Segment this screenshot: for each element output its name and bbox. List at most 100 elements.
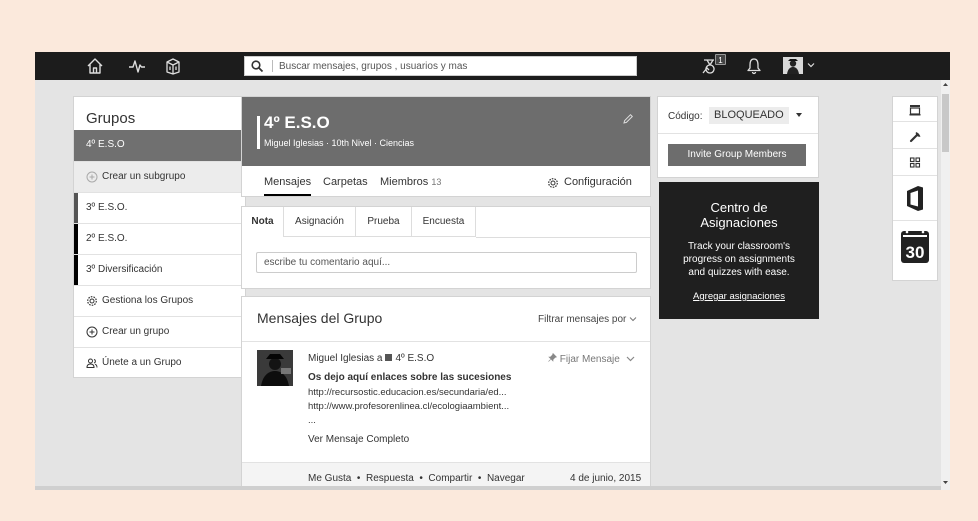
store-icon	[909, 105, 921, 116]
promo-text-line: progress on assignments	[683, 254, 795, 265]
sidebar-item-4-eso[interactable]: 4º E.S.O	[74, 130, 245, 161]
backpack-icon[interactable]	[163, 56, 183, 76]
share-link[interactable]: Compartir	[428, 473, 472, 484]
notification-count-badge: 1	[715, 54, 726, 65]
sidebar-item-3-diversificacion[interactable]: 3º Diversificación	[74, 254, 245, 285]
post-author: Miguel Iglesias a	[308, 353, 383, 364]
group-feed: Mensajes del Grupo Filtrar mensajes por …	[241, 296, 651, 490]
tab-label: Mensajes	[264, 176, 312, 188]
bullet-separator: •	[416, 473, 426, 484]
pin-icon	[548, 352, 558, 362]
user-avatar-image	[783, 57, 803, 74]
post-text-line: ...	[308, 415, 316, 426]
feed-divider	[242, 341, 650, 342]
tab-label: Carpetas	[323, 176, 368, 188]
group-color-marker	[74, 224, 78, 254]
users-icon	[86, 358, 98, 368]
top-navigation-bar: 1	[35, 52, 950, 80]
page-scrollbar[interactable]	[941, 80, 950, 490]
member-count: 13	[431, 177, 442, 187]
sidebar-item-label: 2º E.S.O.	[86, 233, 128, 244]
tab-messages[interactable]: Mensajes	[264, 176, 312, 196]
composer-tab-note[interactable]: Nota	[242, 207, 284, 237]
scrollbar-thumb[interactable]	[942, 94, 949, 152]
composer-tab-poll[interactable]: Encuesta	[412, 207, 476, 237]
reply-link[interactable]: Respuesta	[366, 473, 414, 484]
sidebar-item-3-eso[interactable]: 3º E.S.O.	[74, 192, 245, 223]
tab-folders[interactable]: Carpetas	[323, 176, 368, 188]
feed-filter-dropdown[interactable]: Filtrar mensajes por	[538, 314, 637, 325]
code-label: Código:	[668, 111, 703, 122]
group-subtitle: Miguel Iglesias · 10th Nivel · Ciencias	[264, 138, 415, 148]
post-author-avatar[interactable]	[257, 350, 293, 386]
composer-tab-assignment[interactable]: Asignación	[284, 207, 356, 237]
navigate-link[interactable]: Navegar	[487, 473, 525, 484]
post-link[interactable]: http://recursostic.educacion.es/secundar…	[308, 387, 507, 398]
app-tools[interactable]	[893, 122, 937, 149]
group-color-marker	[74, 255, 78, 285]
app-grid[interactable]	[893, 149, 937, 176]
calendar-day: 30	[905, 243, 925, 262]
user-avatar[interactable]	[783, 57, 803, 74]
gear-icon	[548, 178, 558, 188]
scroll-up-arrow-icon[interactable]	[943, 82, 948, 87]
apps-grid-icon	[909, 157, 921, 168]
sidebar-item-manage-groups[interactable]: Gestiona los Grupos	[74, 285, 245, 316]
group-banner: 4º E.S.O Miguel Iglesias · 10th Nivel · …	[242, 97, 650, 166]
bottom-edge	[35, 486, 941, 490]
search-bar[interactable]	[244, 56, 637, 76]
sidebar-title: Grupos	[86, 110, 136, 127]
view-full-message-link[interactable]: Ver Mensaje Completo	[308, 434, 409, 445]
app-office[interactable]	[893, 176, 937, 221]
group-name: 4º E.S.O	[264, 113, 330, 132]
post-link[interactable]: http://www.profesorenlinea.cl/ecologiaam…	[308, 401, 509, 412]
sidebar-item-create-subgroup[interactable]: Crear un subgrupo	[74, 161, 245, 192]
like-link[interactable]: Me Gusta	[308, 473, 351, 484]
app-calendar[interactable]: 30	[893, 221, 937, 281]
composer-tab-quiz[interactable]: Prueba	[356, 207, 412, 237]
post-author-line[interactable]: Miguel Iglesias a 4º E.S.O	[308, 353, 434, 364]
sidebar-item-create-group[interactable]: Crear un grupo	[74, 316, 245, 347]
invite-group-members-button[interactable]: Invite Group Members	[668, 144, 806, 166]
sidebar-item-label: 3º E.S.O.	[86, 202, 128, 213]
code-value: BLOQUEADO	[709, 107, 789, 124]
search-input[interactable]	[279, 58, 629, 74]
pin-message-button[interactable]: Fijar Mensaje	[548, 352, 635, 365]
app-store[interactable]	[893, 97, 937, 122]
search-separator	[272, 60, 273, 72]
pencil-icon[interactable]	[622, 113, 634, 125]
search-icon	[251, 60, 264, 73]
tab-members[interactable]: Miembros 13	[380, 176, 441, 188]
sidebar-item-label: 4º E.S.O	[86, 139, 125, 150]
sidebar-item-2-eso[interactable]: 2º E.S.O.	[74, 223, 245, 254]
groups-sidebar: Grupos 4º E.S.O Crear un subgrupo 3º E.S…	[73, 96, 246, 378]
post-text-line: Os dejo aquí enlaces sobre las sucesione…	[308, 372, 512, 383]
home-icon[interactable]	[85, 56, 105, 76]
gear-icon	[87, 296, 97, 306]
configuration-link[interactable]: Configuración	[548, 176, 632, 188]
comment-input[interactable]	[256, 252, 637, 273]
pin-label: Fijar Mensaje	[559, 354, 620, 365]
office-icon	[907, 186, 923, 211]
activity-icon[interactable]	[127, 56, 147, 76]
add-assignments-link[interactable]: Agregar asignaciones	[659, 291, 819, 302]
chevron-down-icon[interactable]	[807, 61, 815, 69]
apps-panel: 30	[892, 96, 938, 281]
bullet-separator: •	[475, 473, 485, 484]
feed-title: Mensajes del Grupo	[257, 310, 383, 326]
bullet-separator: •	[354, 473, 364, 484]
bell-icon[interactable]	[744, 56, 764, 76]
caret-down-icon[interactable]	[795, 112, 803, 118]
post-author-avatar-image	[257, 350, 293, 386]
assignments-center-promo: Centro de Asignaciones Track your classr…	[659, 182, 819, 319]
chevron-down-icon	[629, 317, 637, 322]
post-composer: Nota Asignación Prueba Encuesta	[241, 206, 651, 289]
group-square-icon	[385, 354, 393, 361]
post-date: 4 de junio, 2015	[570, 473, 642, 484]
promo-title: Centro de Asignaciones	[659, 200, 819, 230]
scroll-down-arrow-icon[interactable]	[943, 480, 948, 485]
promo-title-line: Centro de	[710, 200, 768, 215]
app-window: 1 Grupos 4º E.S.O Crear un subg	[35, 52, 950, 490]
sidebar-item-join-group[interactable]: Únete a un Grupo	[74, 347, 245, 378]
feed-filter-label: Filtrar mensajes por	[538, 314, 627, 325]
